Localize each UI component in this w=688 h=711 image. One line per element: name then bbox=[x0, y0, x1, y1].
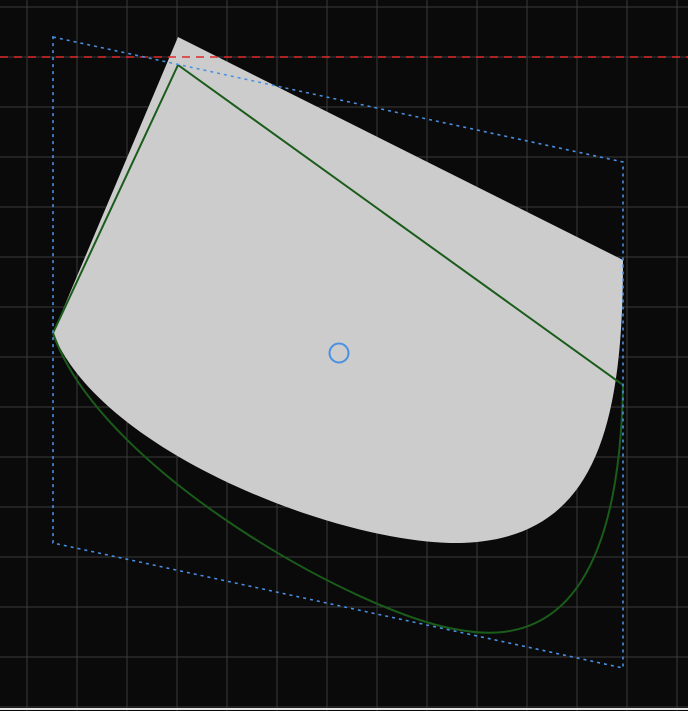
vector-editor-viewport[interactable] bbox=[0, 0, 688, 711]
drawing-canvas[interactable] bbox=[0, 0, 688, 711]
selected-filled-shape[interactable] bbox=[53, 37, 623, 544]
